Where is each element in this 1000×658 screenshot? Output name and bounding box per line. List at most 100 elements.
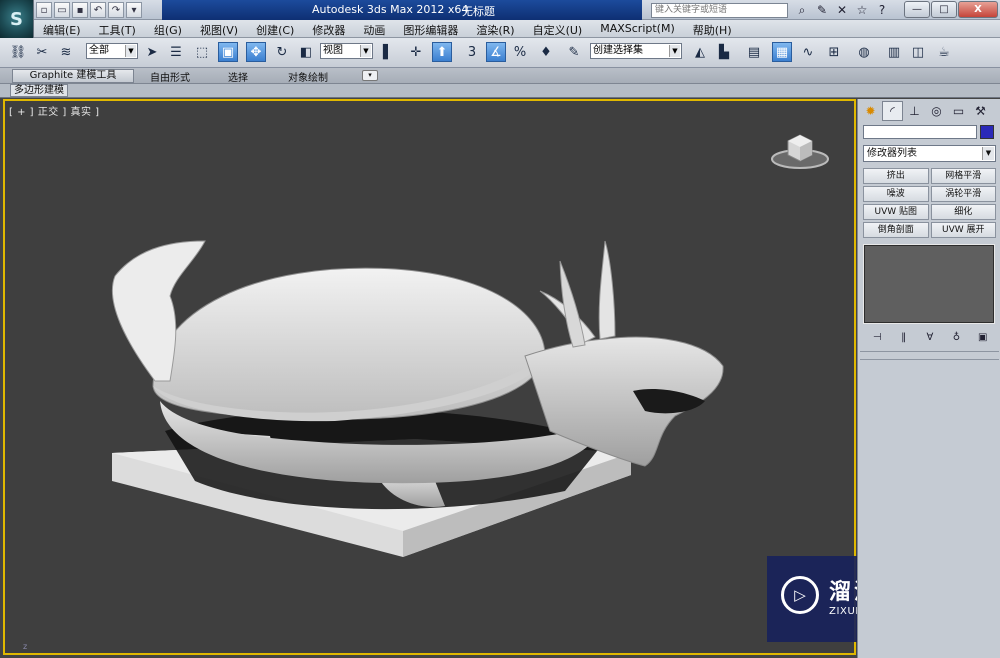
reference-coordinate-dropdown[interactable]: 视图 ▼ [320, 43, 373, 59]
render-setup-icon[interactable]: ▥ [884, 42, 904, 62]
modifier-extrude-button[interactable]: 挤出 [863, 168, 929, 184]
app-title: Autodesk 3ds Max 2012 x64 [312, 3, 469, 16]
select-object-icon[interactable]: ➤ [142, 42, 162, 62]
layer-manager-icon[interactable]: ▤ [744, 42, 764, 62]
open-file-icon[interactable]: ▭ [54, 2, 70, 18]
modifier-stack-controls: ⊣ ‖ ∀ ♁ ▣ [864, 328, 996, 346]
polygon-modeling-panel[interactable]: 多边形建模 [10, 84, 68, 97]
quick-access-dropdown-icon[interactable]: ▾ [126, 2, 142, 18]
modifier-bevel-profile-button[interactable]: 倒角剖面 [863, 222, 929, 238]
graphite-toggle-icon[interactable]: ▦ [772, 42, 792, 62]
menu-modifiers[interactable]: 修改器 [303, 20, 354, 37]
curve-editor-icon[interactable]: ∿ [798, 42, 818, 62]
modifier-unwrap-uvw-button[interactable]: UVW 展开 [930, 222, 996, 238]
modifier-turbosmooth-button[interactable]: 涡轮平滑 [930, 186, 996, 202]
percent-snap-icon[interactable]: % [510, 42, 530, 62]
hierarchy-tab-icon[interactable]: ⊥ [904, 101, 925, 121]
menu-graph-editors[interactable]: 图形编辑器 [394, 20, 467, 37]
menu-tools[interactable]: 工具(T) [90, 20, 145, 37]
new-file-icon[interactable]: ▫ [36, 2, 52, 18]
chevron-down-icon: ▼ [125, 45, 136, 57]
menu-create[interactable]: 创建(C) [247, 20, 303, 37]
menu-edit[interactable]: 编辑(E) [34, 20, 90, 37]
angle-snap-icon[interactable]: ∡ [486, 42, 506, 62]
undo-icon[interactable]: ↶ [90, 2, 106, 18]
perspective-viewport[interactable]: [ + ] 正交 ] 真实 ] ▷ 溜溜自学 ZIXUE.3D66.COM z [3, 99, 947, 655]
snaps-toggle-icon[interactable]: 3 [462, 42, 482, 62]
menu-maxscript[interactable]: MAXScript(M) [591, 20, 684, 37]
pin-stack-icon[interactable]: ⊣ [869, 329, 885, 345]
object-color-swatch[interactable] [980, 125, 994, 139]
maximize-button[interactable]: □ [931, 1, 957, 18]
menu-customize[interactable]: 自定义(U) [524, 20, 592, 37]
modify-tab-icon[interactable]: ◜ [882, 101, 903, 121]
select-and-link-icon[interactable]: ⛓ [8, 42, 28, 62]
communication-icon[interactable]: ✕ [834, 2, 850, 18]
favorites-star-icon[interactable]: ☆ [854, 2, 870, 18]
info-center-icons: ⌕ ✎ ✕ ☆ ? [794, 2, 890, 18]
binoculars-icon[interactable]: ⌕ [794, 2, 810, 18]
select-by-name-icon[interactable]: ☰ [166, 42, 186, 62]
panel-divider [860, 359, 999, 360]
redo-icon[interactable]: ↷ [108, 2, 124, 18]
window-crossing-icon[interactable]: ▣ [218, 42, 238, 62]
modifier-uvw-map-button[interactable]: UVW 贴图 [863, 204, 929, 220]
select-manipulate-icon[interactable]: ✛ [406, 42, 426, 62]
align-icon[interactable]: ▙ [714, 42, 734, 62]
modifier-list-dropdown[interactable]: 修改器列表 ▼ [863, 145, 996, 162]
schematic-view-icon[interactable]: ⊞ [824, 42, 844, 62]
selection-filter-dropdown[interactable]: 全部 ▼ [86, 43, 138, 59]
object-name-field[interactable] [863, 125, 977, 139]
utilities-tab-icon[interactable]: ⚒ [970, 101, 991, 121]
create-tab-icon[interactable]: ✹ [860, 101, 881, 121]
configure-modifier-sets-icon[interactable]: ▣ [975, 329, 991, 345]
show-end-result-icon[interactable]: ‖ [896, 329, 912, 345]
keyboard-shortcut-override-icon[interactable]: ⬆ [432, 42, 452, 62]
select-and-rotate-icon[interactable]: ↻ [272, 42, 292, 62]
ribbon-options-icon[interactable]: ▾ [362, 70, 378, 81]
tab-graphite-modeling-tools[interactable]: Graphite 建模工具 [12, 69, 134, 83]
rectangular-selection-icon[interactable]: ⬚ [192, 42, 212, 62]
menu-rendering[interactable]: 渲染(R) [467, 20, 523, 37]
menu-animation[interactable]: 动画 [354, 20, 394, 37]
viewport-label[interactable]: [ + ] 正交 ] 真实 ] [9, 103, 100, 118]
spinner-snap-icon[interactable]: ♦ [536, 42, 556, 62]
rendered-frame-window-icon[interactable]: ◫ [908, 42, 928, 62]
modifier-meshsmooth-button[interactable]: 网格平滑 [930, 168, 996, 184]
app-logo-icon[interactable]: S [0, 0, 34, 38]
title-center: Autodesk 3ds Max 2012 x64 无标题 [162, 0, 642, 20]
modifier-tessellate-button[interactable]: 细化 [930, 204, 996, 220]
ribbon-panel-bar: 多边形建模 [0, 84, 1000, 98]
menu-views[interactable]: 视图(V) [191, 20, 247, 37]
bind-space-warp-icon[interactable]: ≋ [56, 42, 76, 62]
modifier-noise-button[interactable]: 噪波 [863, 186, 929, 202]
minimize-button[interactable]: — [904, 1, 930, 18]
tab-object-paint[interactable]: 对象绘制 [288, 69, 328, 84]
help-search-input[interactable]: 键入关键字或短语 [651, 3, 788, 18]
render-production-icon[interactable]: ☕ [934, 42, 954, 62]
ribbon-tabs: Graphite 建模工具 自由形式 选择 对象绘制 ▾ [0, 68, 1000, 84]
remove-modifier-icon[interactable]: ♁ [948, 329, 964, 345]
tab-selection[interactable]: 选择 [228, 69, 248, 84]
unlink-icon[interactable]: ✂ [32, 42, 52, 62]
mirror-icon[interactable]: ◭ [690, 42, 710, 62]
material-editor-icon[interactable]: ◍ [854, 42, 874, 62]
tab-freeform[interactable]: 自由形式 [150, 69, 190, 84]
modifier-stack-list[interactable] [863, 244, 995, 324]
pivot-center-icon[interactable]: ▌ [378, 42, 398, 62]
display-tab-icon[interactable]: ▭ [948, 101, 969, 121]
select-and-scale-icon[interactable]: ◧ [296, 42, 316, 62]
motion-tab-icon[interactable]: ◎ [926, 101, 947, 121]
subscription-icon[interactable]: ✎ [814, 2, 830, 18]
select-and-move-icon[interactable]: ✥ [246, 42, 266, 62]
menu-group[interactable]: 组(G) [145, 20, 191, 37]
menu-help[interactable]: 帮助(H) [684, 20, 741, 37]
make-unique-icon[interactable]: ∀ [922, 329, 938, 345]
viewcube-icon[interactable] [768, 127, 832, 171]
save-file-icon[interactable]: ▪ [72, 2, 88, 18]
scene-render [111, 240, 724, 557]
help-icon[interactable]: ? [874, 2, 890, 18]
close-button[interactable]: X [958, 1, 998, 18]
named-selection-dropdown[interactable]: 创建选择集 ▼ [590, 43, 682, 59]
edit-named-selection-icon[interactable]: ✎ [564, 42, 584, 62]
